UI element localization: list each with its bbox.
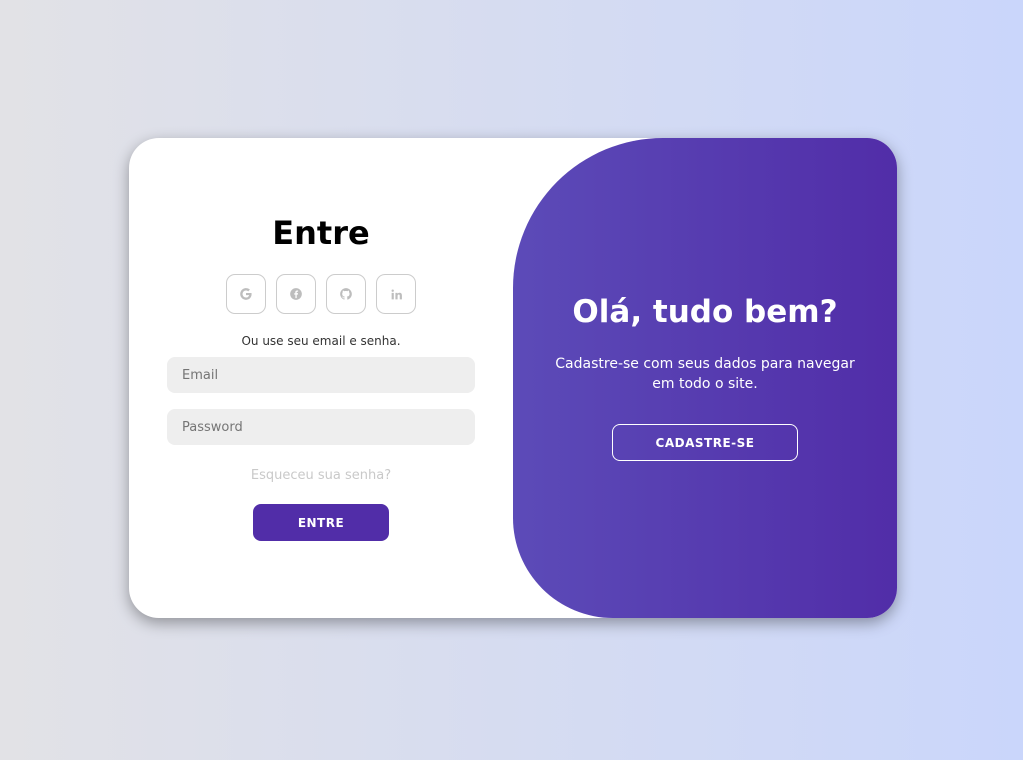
password-input[interactable]	[167, 409, 475, 445]
google-login-button[interactable]	[226, 274, 266, 314]
signin-panel: Entre Ou use seu email e senha. Email Es…	[129, 138, 513, 618]
google-icon	[240, 288, 252, 300]
signup-button[interactable]: CADASTRE-SE	[612, 424, 798, 461]
linkedin-icon	[391, 289, 402, 299]
social-buttons	[226, 274, 416, 314]
signup-prompt-title: Olá, tudo bem?	[572, 294, 838, 330]
forgot-password-link[interactable]: Esqueceu sua senha?	[129, 468, 513, 483]
facebook-icon	[290, 288, 302, 300]
github-login-button[interactable]	[326, 274, 366, 314]
signup-prompt-text: Cadastre-se com seus dados para navegar …	[555, 356, 855, 392]
signin-title: Entre	[272, 214, 370, 252]
github-icon	[340, 288, 352, 300]
signin-button[interactable]: ENTRE	[253, 504, 389, 541]
email-input[interactable]	[167, 357, 475, 393]
signin-subtext: Ou use seu email e senha.	[241, 334, 401, 348]
auth-card: Entre Ou use seu email e senha. Email Es…	[129, 138, 897, 618]
linkedin-login-button[interactable]	[376, 274, 416, 314]
facebook-login-button[interactable]	[276, 274, 316, 314]
signup-prompt-panel: Olá, tudo bem? Cadastre-se com seus dado…	[513, 138, 897, 618]
